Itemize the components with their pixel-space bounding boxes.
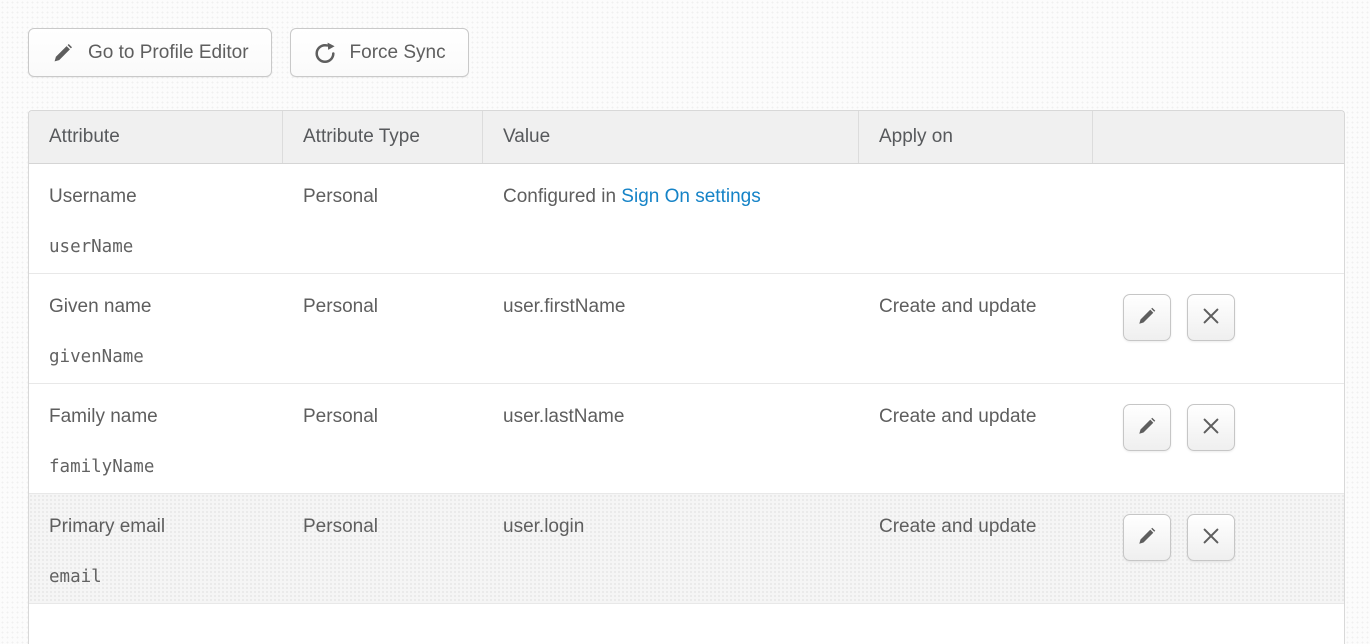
attribute-mappings-table: Attribute Attribute Type Value Apply on … xyxy=(28,110,1345,644)
remove-attribute-button[interactable] xyxy=(1187,294,1235,341)
column-header-apply-on: Apply on xyxy=(859,111,1093,163)
attribute-variable-name: email xyxy=(49,566,273,589)
attribute-cell: Family name familyName xyxy=(29,384,283,493)
attribute-variable-name: userName xyxy=(49,236,273,259)
attribute-cell: Primary email email xyxy=(29,494,283,603)
table-row-username: Username userName Personal Configured in… xyxy=(29,164,1344,274)
value-cell: user.login xyxy=(483,494,859,603)
pencil-icon xyxy=(1136,415,1158,440)
go-to-profile-editor-button[interactable]: Go to Profile Editor xyxy=(28,28,272,77)
apply-on-cell: Create and update xyxy=(859,274,1093,383)
attribute-label: Given name xyxy=(49,295,273,318)
row-actions xyxy=(1093,384,1344,493)
toolbar: Go to Profile Editor Force Sync xyxy=(0,0,1370,77)
attribute-type-cell: Personal xyxy=(283,164,483,273)
value-text: Configured in xyxy=(503,186,621,207)
column-header-attribute-type: Attribute Type xyxy=(283,111,483,163)
remove-attribute-button[interactable] xyxy=(1187,404,1235,451)
attribute-label: Primary email xyxy=(49,515,273,538)
row-actions xyxy=(1093,164,1344,273)
go-to-profile-editor-label: Go to Profile Editor xyxy=(88,42,249,64)
edit-attribute-button[interactable] xyxy=(1123,294,1171,341)
table-row-primary-email: Primary email email Personal user.login … xyxy=(29,494,1344,604)
attribute-variable-name: familyName xyxy=(49,456,273,479)
force-sync-button[interactable]: Force Sync xyxy=(290,28,469,77)
row-actions xyxy=(1093,274,1344,383)
table-row-family-name: Family name familyName Personal user.las… xyxy=(29,384,1344,494)
column-header-value: Value xyxy=(483,111,859,163)
force-sync-label: Force Sync xyxy=(350,42,446,64)
empty-partial-row xyxy=(29,604,1344,644)
apply-on-cell xyxy=(859,164,1093,273)
pencil-icon xyxy=(1136,525,1158,550)
table-header: Attribute Attribute Type Value Apply on xyxy=(29,111,1344,164)
value-cell: user.firstName xyxy=(483,274,859,383)
close-icon xyxy=(1200,305,1222,330)
column-header-actions xyxy=(1093,111,1344,163)
column-header-attribute: Attribute xyxy=(29,111,283,163)
attribute-type-cell: Personal xyxy=(283,274,483,383)
row-actions xyxy=(1093,494,1344,603)
attribute-type-cell: Personal xyxy=(283,494,483,603)
attribute-type-cell: Personal xyxy=(283,384,483,493)
attribute-cell: Username userName xyxy=(29,164,283,273)
attribute-label: Family name xyxy=(49,405,273,428)
attribute-variable-name: givenName xyxy=(49,346,273,369)
attribute-label: Username xyxy=(49,185,273,208)
apply-on-cell: Create and update xyxy=(859,494,1093,603)
edit-attribute-button[interactable] xyxy=(1123,514,1171,561)
pencil-icon xyxy=(51,41,75,65)
pencil-icon xyxy=(1136,305,1158,330)
value-cell: Configured in Sign On settings xyxy=(483,164,859,273)
sign-on-settings-link[interactable]: Sign On settings xyxy=(621,186,760,207)
value-cell: user.lastName xyxy=(483,384,859,493)
sync-icon xyxy=(313,41,337,65)
attribute-cell: Given name givenName xyxy=(29,274,283,383)
table-row-given-name: Given name givenName Personal user.first… xyxy=(29,274,1344,384)
close-icon xyxy=(1200,415,1222,440)
edit-attribute-button[interactable] xyxy=(1123,404,1171,451)
apply-on-cell: Create and update xyxy=(859,384,1093,493)
close-icon xyxy=(1200,525,1222,550)
remove-attribute-button[interactable] xyxy=(1187,514,1235,561)
